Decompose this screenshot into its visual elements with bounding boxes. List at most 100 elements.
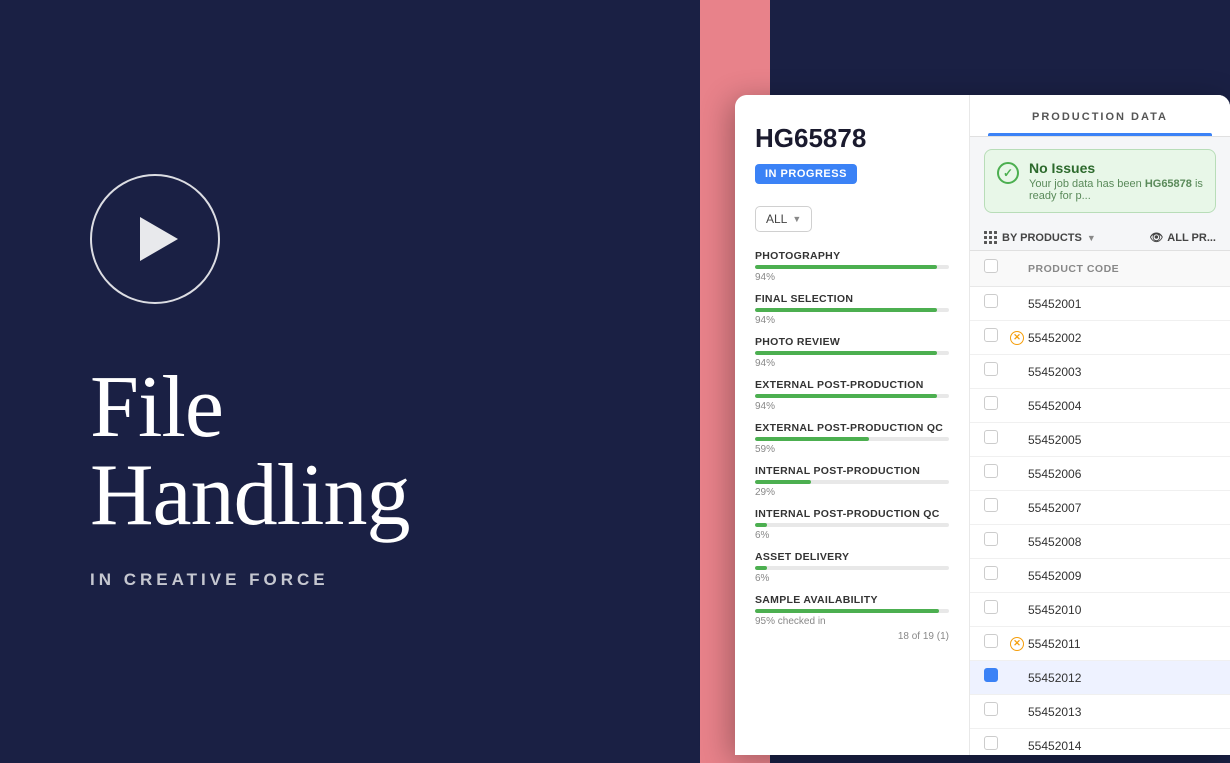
progress-bar-fill — [755, 609, 939, 613]
row-checkbox[interactable] — [984, 600, 1006, 619]
subtitle: IN CREATIVE FORCE — [90, 570, 730, 590]
row-select-checkbox[interactable] — [984, 668, 998, 682]
play-button[interactable] — [90, 174, 220, 304]
header-checkbox[interactable] — [984, 259, 1006, 278]
row-select-checkbox[interactable] — [984, 702, 998, 716]
row-select-checkbox[interactable] — [984, 566, 998, 580]
row-checkbox[interactable] — [984, 702, 1006, 721]
row-checkbox[interactable] — [984, 464, 1006, 483]
progress-item: SAMPLE AVAILABILITY 95% checked in — [755, 594, 949, 627]
progress-label: PHOTO REVIEW — [755, 336, 949, 348]
progress-bar-fill — [755, 437, 869, 441]
progress-bar-fill — [755, 566, 767, 570]
progress-item: PHOTOGRAPHY 94% — [755, 250, 949, 283]
row-checkbox[interactable] — [984, 498, 1006, 517]
table-row[interactable]: 55452005 — [970, 423, 1230, 457]
hero-section: File Handling IN CREATIVE FORCE — [0, 0, 730, 763]
progress-item: EXTERNAL POST-PRODUCTION QC 59% — [755, 422, 949, 455]
product-code-cell: 55452010 — [1028, 603, 1216, 617]
progress-bar-bg — [755, 308, 949, 312]
row-checkbox[interactable] — [984, 532, 1006, 551]
row-checkbox[interactable] — [984, 396, 1006, 415]
chevron-down-icon: ▼ — [792, 214, 801, 224]
progress-item: EXTERNAL POST-PRODUCTION 94% — [755, 379, 949, 412]
progress-bar-bg — [755, 566, 949, 570]
table-row[interactable]: 55452008 — [970, 525, 1230, 559]
progress-bar-fill — [755, 394, 937, 398]
table-row[interactable]: 55452013 — [970, 695, 1230, 729]
no-issues-desc: Your job data has been HG65878 is ready … — [1029, 178, 1203, 202]
no-issues-title: No Issues — [1029, 160, 1203, 176]
grid-icon — [984, 231, 997, 244]
progress-label: INTERNAL POST-PRODUCTION QC — [755, 508, 949, 520]
production-panel: PRODUCTION DATA ✓ No Issues Your job dat… — [970, 95, 1230, 755]
table-row[interactable]: 55452014 — [970, 729, 1230, 755]
progress-bar-bg — [755, 609, 949, 613]
row-select-checkbox[interactable] — [984, 430, 998, 444]
progress-bar-fill — [755, 480, 811, 484]
progress-bar-bg — [755, 437, 949, 441]
table-row[interactable]: 55452009 — [970, 559, 1230, 593]
table-row[interactable]: 55452010 — [970, 593, 1230, 627]
table-row[interactable]: 55452003 — [970, 355, 1230, 389]
row-select-checkbox[interactable] — [984, 328, 998, 342]
table-row[interactable]: 55452004 — [970, 389, 1230, 423]
product-code-cell: 55452013 — [1028, 705, 1216, 719]
table-row[interactable]: 55452012 — [970, 661, 1230, 695]
job-id: HG65878 — [755, 123, 949, 154]
no-issues-text: No Issues Your job data has been HG65878… — [1029, 160, 1203, 202]
row-select-checkbox[interactable] — [984, 498, 998, 512]
product-code-cell: 55452007 — [1028, 501, 1216, 515]
filter-button[interactable]: ALL ▼ — [755, 206, 812, 232]
tab-line — [988, 133, 1212, 136]
product-code-cell: 55452003 — [1028, 365, 1216, 379]
progress-label: ASSET DELIVERY — [755, 551, 949, 563]
job-panel: HG65878 IN PROGRESS ALL ▼ PHOTOGRAPHY 94… — [735, 95, 970, 755]
progress-bar-fill — [755, 265, 937, 269]
filter-label: ALL — [766, 212, 787, 226]
select-all-checkbox[interactable] — [984, 259, 998, 273]
row-checkbox[interactable] — [984, 634, 1006, 653]
progress-sub: 94% — [755, 272, 949, 283]
row-checkbox[interactable] — [984, 668, 1006, 687]
progress-sub: 6% — [755, 573, 949, 584]
progress-bar-bg — [755, 394, 949, 398]
row-checkbox[interactable] — [984, 294, 1006, 313]
status-badge: IN PROGRESS — [755, 164, 857, 184]
table-row[interactable]: ✕ 55452002 — [970, 321, 1230, 355]
by-products-button[interactable]: BY PRODUCTS ▼ — [984, 231, 1096, 244]
no-issues-banner: ✓ No Issues Your job data has been HG658… — [984, 149, 1216, 213]
product-code-header: PRODUCT CODE — [1028, 263, 1216, 275]
controls-row: BY PRODUCTS ▼ 👁 ALL PR... — [970, 225, 1230, 251]
row-select-checkbox[interactable] — [984, 396, 998, 410]
row-select-checkbox[interactable] — [984, 736, 998, 750]
progress-bar-fill — [755, 523, 767, 527]
table-row[interactable]: 55452006 — [970, 457, 1230, 491]
progress-item: PHOTO REVIEW 94% — [755, 336, 949, 369]
row-checkbox[interactable] — [984, 362, 1006, 381]
row-checkbox[interactable] — [984, 430, 1006, 449]
eye-icon: 👁 — [1149, 231, 1163, 244]
table-row[interactable]: 55452007 — [970, 491, 1230, 525]
row-select-checkbox[interactable] — [984, 532, 998, 546]
progress-label: PHOTOGRAPHY — [755, 250, 949, 262]
row-checkbox[interactable] — [984, 328, 1006, 347]
by-products-label: BY PRODUCTS — [1002, 232, 1082, 244]
row-select-checkbox[interactable] — [984, 362, 998, 376]
progress-label: FINAL SELECTION — [755, 293, 949, 305]
table-row[interactable]: 55452001 — [970, 287, 1230, 321]
row-select-checkbox[interactable] — [984, 464, 998, 478]
progress-item: FINAL SELECTION 94% — [755, 293, 949, 326]
row-select-checkbox[interactable] — [984, 600, 998, 614]
production-title: PRODUCTION DATA — [988, 111, 1212, 123]
row-select-checkbox[interactable] — [984, 294, 998, 308]
row-select-checkbox[interactable] — [984, 634, 998, 648]
chevron-down-icon: ▼ — [1087, 233, 1096, 243]
table-row[interactable]: ✕ 55452011 — [970, 627, 1230, 661]
progress-sub: 94% — [755, 401, 949, 412]
row-checkbox[interactable] — [984, 736, 1006, 755]
all-pro-button[interactable]: 👁 ALL PR... — [1149, 231, 1216, 244]
progress-label: SAMPLE AVAILABILITY — [755, 594, 949, 606]
row-checkbox[interactable] — [984, 566, 1006, 585]
progress-section: PHOTOGRAPHY 94% FINAL SELECTION 94% PHOT… — [755, 250, 949, 627]
